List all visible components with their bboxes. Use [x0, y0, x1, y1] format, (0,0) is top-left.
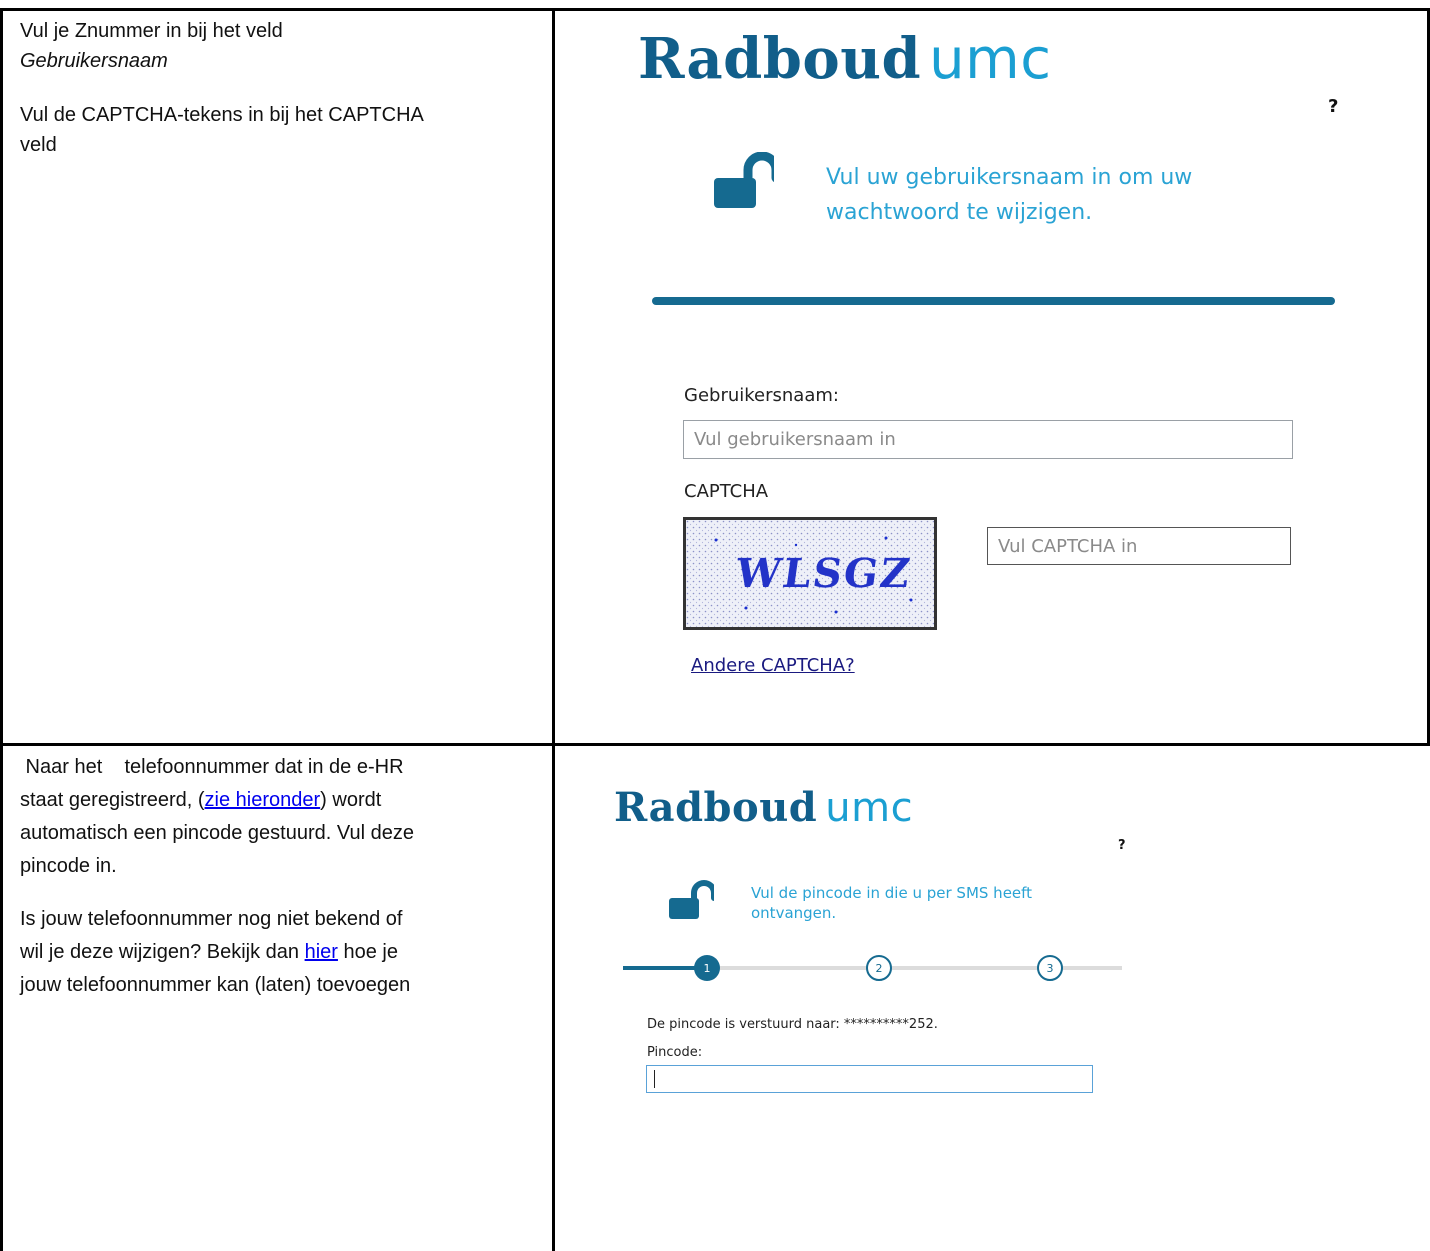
- instruction-line: Is jouw telefoonnummer nog niet bekend o…: [20, 908, 403, 930]
- logo-main-text: Radboud: [638, 26, 922, 92]
- captcha-label: CAPTCHA: [684, 481, 769, 502]
- instruction-message: Vul uw gebruikersnaam in om uw wachtwoor…: [826, 160, 1192, 230]
- instruction-line: staat geregistreerd, (zie hieronder) wor…: [20, 784, 545, 817]
- instruction-line: wil je deze wijzigen? Bekijk dan hier ho…: [20, 936, 545, 969]
- username-label: Gebruikersnaam:: [684, 385, 839, 406]
- pincode-input[interactable]: [646, 1065, 1093, 1093]
- instruction-text: wil je deze wijzigen? Bekijk dan: [20, 941, 305, 963]
- other-captcha-link[interactable]: Andere CAPTCHA?: [691, 655, 855, 676]
- step-1-indicator: 1: [694, 955, 720, 981]
- captcha-input[interactable]: [987, 527, 1291, 565]
- row1-instructions: Vul je Znummer in bij het veld Gebruiker…: [20, 16, 540, 160]
- see-below-link[interactable]: zie hieronder: [205, 789, 321, 811]
- table-border-left: [0, 8, 3, 1251]
- instruction-line: Naar het telefoonnummer dat in de e-HR: [20, 756, 404, 778]
- message-line: Vul uw gebruikersnaam in om uw: [826, 165, 1193, 190]
- username-input[interactable]: [683, 420, 1293, 459]
- help-icon[interactable]: ?: [1118, 838, 1126, 853]
- message-line: wachtwoord te wijzigen.: [826, 200, 1093, 225]
- unlock-icon: [714, 152, 774, 208]
- message-line: Vul de pincode in die u per SMS heeft: [751, 884, 1033, 902]
- radboudumc-logo: Radboud umc: [638, 26, 1052, 92]
- instruction-line: automatisch een pincode gestuurd. Vul de…: [20, 822, 414, 844]
- step-2-indicator: 2: [866, 955, 892, 981]
- instruction-line: pincode in.: [20, 855, 117, 877]
- instruction-field-name: Gebruikersnaam: [20, 50, 168, 72]
- instruction-text: hoe je: [337, 941, 399, 963]
- pincode-label: Pincode:: [647, 1045, 703, 1060]
- instruction-line: Vul de CAPTCHA-tekens in bij het CAPTCHA: [20, 104, 424, 126]
- table-column-divider: [552, 8, 555, 1251]
- instruction-text: ) wordt: [320, 789, 382, 811]
- captcha-image: WLSGZ: [683, 517, 937, 630]
- captcha-text: WLSGZ: [732, 550, 915, 597]
- instruction-line: veld: [20, 134, 57, 156]
- unlock-icon: [669, 880, 714, 919]
- logo-accent-text: umc: [825, 785, 914, 831]
- logo-main-text: Radboud: [614, 784, 818, 831]
- help-icon[interactable]: ?: [1328, 96, 1338, 117]
- table-border-top: [0, 8, 1430, 11]
- logo-accent-text: umc: [929, 27, 1052, 92]
- table-row-divider: [0, 743, 1430, 746]
- row2-instructions: Naar het telefoonnummer dat in de e-HR s…: [20, 751, 545, 1002]
- pincode-sent-text: De pincode is verstuurd naar: **********…: [647, 1017, 938, 1032]
- header-divider-bar: [652, 297, 1335, 305]
- instruction-message: Vul de pincode in die u per SMS heeft on…: [751, 883, 1032, 923]
- message-line: ontvangen.: [751, 904, 837, 922]
- instruction-line: Vul je Znummer in bij het veld: [20, 20, 283, 42]
- here-link[interactable]: hier: [305, 941, 338, 963]
- text-cursor: [654, 1070, 655, 1088]
- radboudumc-logo: Radboud umc: [614, 784, 913, 831]
- instruction-text: staat geregistreerd, (: [20, 789, 205, 811]
- instruction-line: jouw telefoonnummer kan (laten) toevoege…: [20, 974, 411, 996]
- step-3-indicator: 3: [1037, 955, 1063, 981]
